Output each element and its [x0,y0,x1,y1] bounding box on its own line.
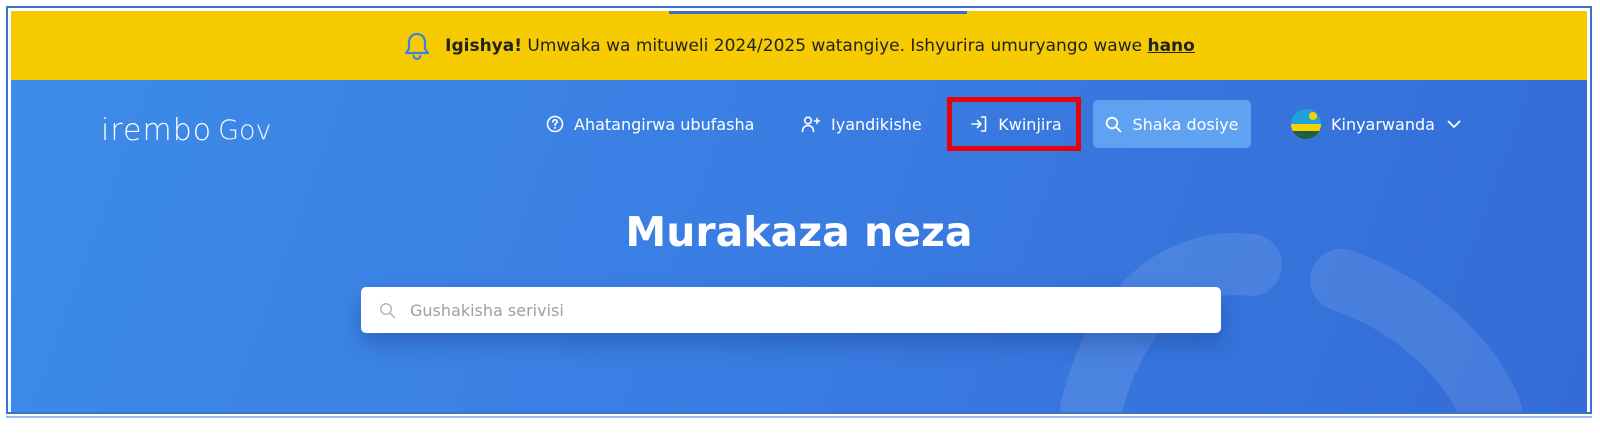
language-label: Kinyarwanda [1331,114,1435,134]
track-label: Shaka dosiye [1132,114,1239,134]
help-circle-icon [546,115,564,133]
register-label: Iyandikishe [831,114,922,134]
announcement-banner: Igishya! Umwaka wa mituweli 2024/2025 wa… [11,11,1587,80]
service-search-input[interactable] [408,299,1192,321]
page-title: Murakaza neza [625,208,973,256]
banner-link[interactable]: hano [1147,36,1194,56]
rwanda-flag-icon [1291,109,1321,139]
banner-bold: Igishya! [445,35,522,56]
help-label: Ahatangirwa ubufasha [574,114,755,134]
banner-tab [669,11,967,14]
top-navigation: Ahatangirwa ubufasha Iyandikishe Kwinjir… [11,99,1587,149]
search-icon [1106,116,1122,132]
chevron-down-icon [1447,120,1461,128]
hero-section: irembo Gov Ahatangirwa ubufasha Iyandiki… [11,80,1587,412]
search-icon [379,302,396,318]
help-link[interactable]: Ahatangirwa ubufasha [546,99,754,149]
user-plus-icon [801,116,821,133]
frame-bottom-line [6,416,1592,418]
banner-message: Umwaka wa mituweli 2024/2025 watangiye. … [522,35,1148,56]
service-search-bar[interactable] [361,287,1221,333]
language-selector[interactable]: Kinyarwanda [1291,99,1461,149]
login-highlight-box [947,97,1081,151]
page-frame: Igishya! Umwaka wa mituweli 2024/2025 wa… [6,6,1592,414]
register-link[interactable]: Iyandikishe [801,99,922,149]
banner-text: Igishya! Umwaka wa mituweli 2024/2025 wa… [445,36,1195,56]
bell-icon [403,31,431,61]
track-application-button[interactable]: Shaka dosiye [1093,100,1251,148]
